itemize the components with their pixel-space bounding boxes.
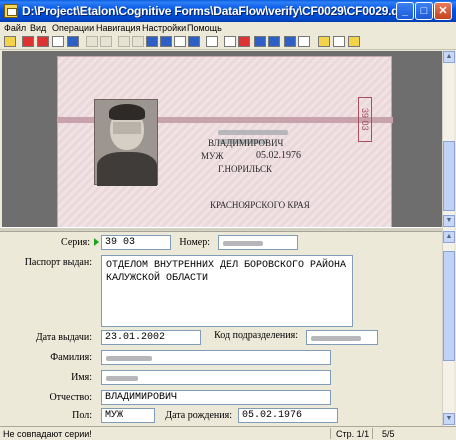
title-bar: D:\Project\Etalon\Cognitive Forms\DataFl… (0, 0, 456, 22)
birth-date-label: Дата рождения: (165, 410, 232, 421)
sex-field[interactable]: МУЖ (101, 408, 155, 423)
photo-shoulders (97, 152, 157, 186)
layout-icon[interactable] (298, 36, 310, 47)
document-viewer[interactable]: ВЛАДИМИРОВИЧ МУЖ 05.02.1976 Г.НОРИЛЬСК К… (2, 51, 442, 227)
name-field[interactable] (101, 370, 331, 385)
jump-icon[interactable] (254, 36, 266, 47)
doc-series-vertical: 39 03 (358, 97, 372, 142)
passport-scan: ВЛАДИМИРОВИЧ МУЖ 05.02.1976 Г.НОРИЛЬСК К… (57, 56, 393, 227)
passport-form: Серия: 39 03 Номер: Паспорт выдан: ОТДЕЛ… (0, 232, 442, 426)
blurred-number (223, 241, 263, 246)
back-arrow-icon[interactable] (86, 36, 98, 47)
toolbar (0, 34, 456, 50)
doc-patronymic: ВЛАДИМИРОВИЧ (208, 138, 284, 148)
page-prev-icon[interactable] (132, 36, 144, 47)
scroll-down-upper-icon[interactable]: ▼ (443, 215, 455, 227)
issued-by-field[interactable]: ОТДЕЛОМ ВНУТРЕННИХ ДЕЛ БОРОВСКОГО РАЙОНА… (101, 255, 353, 327)
save-red-icon[interactable] (37, 36, 49, 47)
sex-label: Пол: (72, 410, 92, 421)
current-field-arrow-icon (94, 238, 99, 246)
menu-bar: Файл Вид Операции Навигация Настройки По… (0, 22, 456, 34)
photo-face-blur (113, 122, 141, 134)
settings-icon[interactable] (188, 36, 200, 47)
scroll-down-icon[interactable]: ▼ (443, 413, 455, 425)
status-record: 5/5 (382, 429, 395, 439)
blurred-surname (218, 130, 288, 135)
scan-icon[interactable] (67, 36, 79, 47)
issue-date-label: Дата выдачи: (35, 332, 92, 343)
scroll-thumb-upper[interactable] (443, 141, 455, 211)
blurred-division-code (311, 336, 361, 341)
page-last-icon[interactable] (160, 36, 172, 47)
photo-hair (109, 104, 145, 120)
scroll-thumb-lower[interactable] (443, 251, 455, 361)
save-icon[interactable] (22, 36, 34, 47)
eye-icon[interactable] (206, 36, 218, 47)
scroll-up-lower-icon[interactable]: ▲ (443, 231, 455, 243)
division-code-label: Код подразделения: (214, 330, 298, 341)
doc-birth-date: 05.02.1976 (256, 150, 301, 161)
export-icon[interactable] (268, 36, 280, 47)
scroll-up-icon[interactable]: ▲ (443, 51, 455, 63)
series-label: Серия: (61, 237, 90, 248)
number-field[interactable] (218, 235, 298, 250)
surname-label: Фамилия: (50, 352, 92, 363)
number-label: Номер: (179, 237, 210, 248)
patronymic-field[interactable]: ВЛАДИМИРОВИЧ (101, 390, 331, 405)
page-next-icon[interactable] (146, 36, 158, 47)
blurred-surname-field (106, 356, 152, 361)
forward-arrow-icon[interactable] (100, 36, 112, 47)
menu-view[interactable]: Вид (30, 22, 46, 34)
menu-file[interactable]: Файл (4, 22, 26, 34)
stop-icon[interactable] (224, 36, 236, 47)
open-icon[interactable] (4, 36, 16, 47)
app-icon (4, 4, 18, 18)
status-page: Стр. 1/1 (336, 429, 370, 439)
passport-photo (94, 99, 158, 186)
menu-help[interactable]: Помощь (187, 22, 222, 34)
issue-date-field[interactable]: 23.01.2002 (101, 330, 201, 345)
status-separator (330, 428, 331, 439)
blurred-name-field (106, 376, 138, 381)
minimize-button[interactable]: _ (396, 2, 414, 20)
window-icon[interactable] (348, 36, 360, 47)
close-button[interactable]: ✕ (434, 2, 452, 20)
menu-settings[interactable]: Настройки (142, 22, 186, 34)
status-bar: Не совпадают серии! Стр. 1/1 5/5 (0, 426, 456, 440)
record-icon[interactable] (238, 36, 250, 47)
vertical-scrollbar[interactable]: ▲ ▼ ▲ ▼ (442, 51, 455, 427)
menu-operations[interactable]: Операции (52, 22, 94, 34)
patronymic-label: Отчество: (49, 392, 92, 403)
window-title: D:\Project\Etalon\Cognitive Forms\DataFl… (22, 4, 408, 18)
note-icon[interactable] (333, 36, 345, 47)
status-message: Не совпадают серии! (3, 429, 92, 439)
page-first-icon[interactable] (118, 36, 130, 47)
issued-by-label: Паспорт выдан: (24, 257, 92, 268)
doc-birth-place-1: Г.НОРИЛЬСК (218, 164, 272, 174)
doc-sex: МУЖ (201, 151, 224, 161)
surname-field[interactable] (101, 350, 331, 365)
maximize-button[interactable]: □ (415, 2, 433, 20)
doc-birth-place-2: КРАСНОЯРСКОГО КРАЯ (210, 200, 310, 210)
series-field[interactable]: 39 03 (101, 235, 171, 250)
bulb-icon[interactable] (318, 36, 330, 47)
name-label: Имя: (71, 372, 92, 383)
print-icon[interactable] (52, 36, 64, 47)
grid-icon[interactable] (174, 36, 186, 47)
birth-date-field[interactable]: 05.02.1976 (238, 408, 338, 423)
menu-navigation[interactable]: Навигация (96, 22, 140, 34)
export-alt-icon[interactable] (284, 36, 296, 47)
status-separator (372, 428, 373, 439)
division-code-field[interactable] (306, 330, 378, 345)
